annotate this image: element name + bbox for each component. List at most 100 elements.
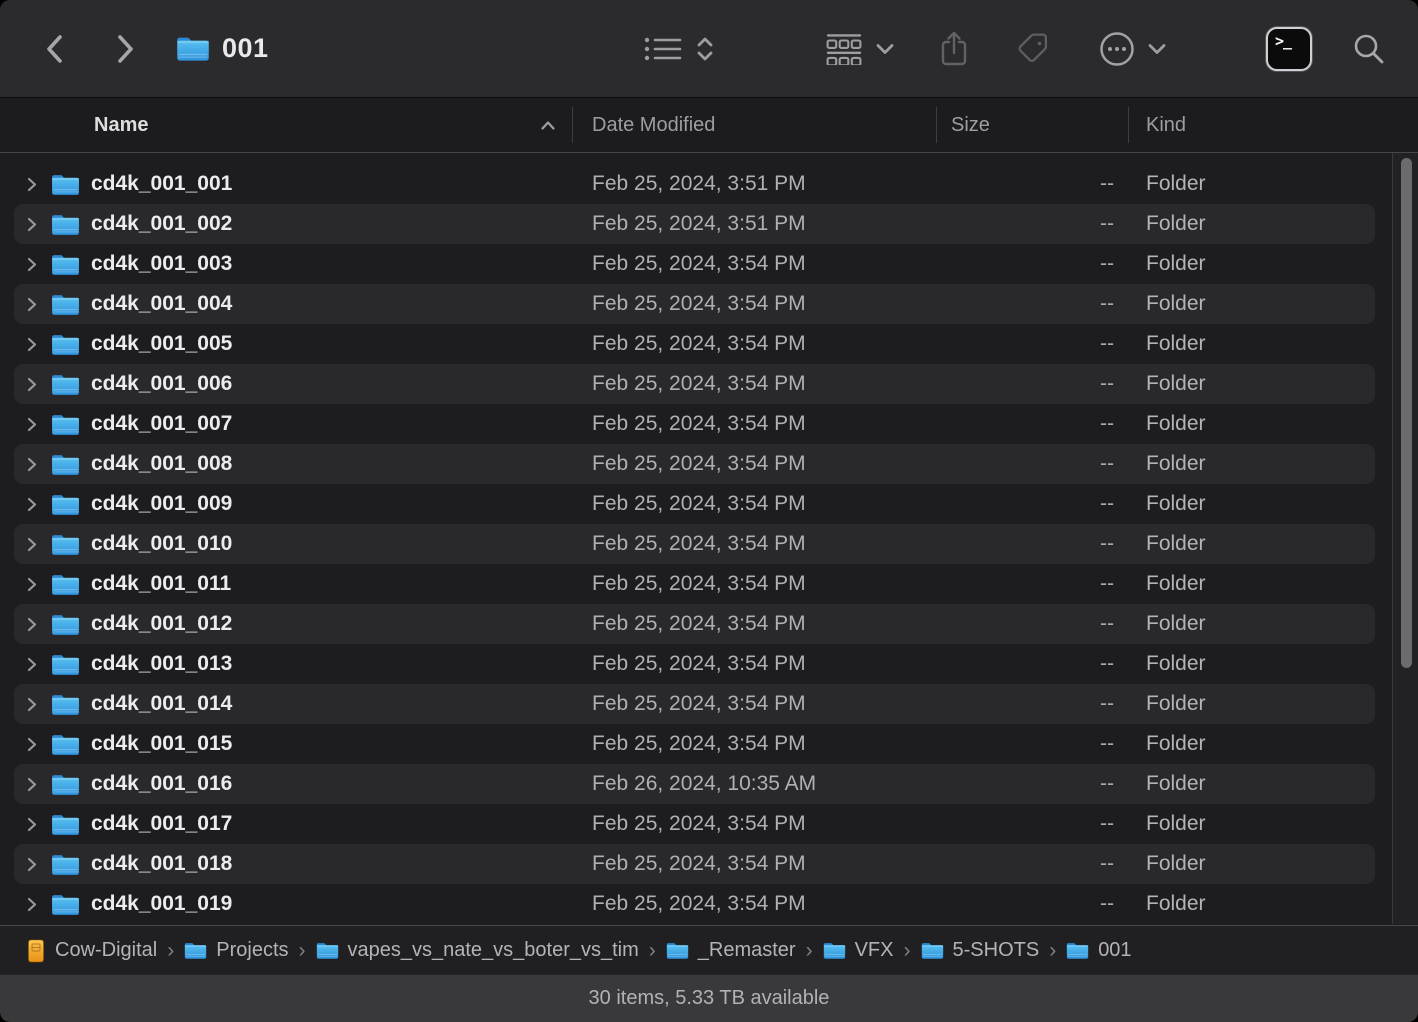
up-down-chevrons-icon [696,36,714,62]
table-row[interactable]: cd4k_001_014 Feb 25, 2024, 3:54 PM -- Fo… [0,684,1418,724]
disclosure-chevron-icon[interactable] [27,697,37,712]
column-header-kind[interactable]: Kind [1146,98,1186,152]
row-name-cell: cd4k_001_006 [0,364,572,404]
row-name-cell: cd4k_001_003 [0,244,572,284]
table-row[interactable]: cd4k_001_001 Feb 25, 2024, 3:51 PM -- Fo… [0,164,1418,204]
finder-window: 001 [0,0,1418,1022]
tag-button[interactable] [1016,0,1052,97]
path-item[interactable]: Cow-Digital [26,939,157,963]
table-row[interactable]: cd4k_001_018 Feb 25, 2024, 3:54 PM -- Fo… [0,844,1418,884]
column-divider[interactable] [936,107,937,143]
column-header-date-modified[interactable]: Date Modified [592,98,715,152]
table-row[interactable]: cd4k_001_019 Feb 25, 2024, 3:54 PM -- Fo… [0,884,1418,924]
path-item-label: Cow-Digital [55,939,157,962]
path-item[interactable]: _Remaster [666,939,796,962]
disclosure-chevron-icon[interactable] [27,337,37,352]
path-item[interactable]: 001 [1066,939,1131,962]
row-date-modified: Feb 25, 2024, 3:54 PM [572,644,936,684]
table-row[interactable]: cd4k_001_005 Feb 25, 2024, 3:54 PM -- Fo… [0,324,1418,364]
row-size: -- [936,284,1128,324]
scrollbar-track[interactable] [1392,153,1418,924]
tag-icon [1016,31,1052,67]
row-date-modified: Feb 25, 2024, 3:54 PM [572,804,936,844]
terminal-prompt-glyph: >_ [1275,34,1291,49]
row-name-cell: cd4k_001_002 [0,204,572,244]
table-row[interactable]: cd4k_001_013 Feb 25, 2024, 3:54 PM -- Fo… [0,644,1418,684]
row-size: -- [936,444,1128,484]
row-size: -- [936,404,1128,444]
table-row[interactable]: cd4k_001_004 Feb 25, 2024, 3:54 PM -- Fo… [0,284,1418,324]
column-header-name[interactable]: Name [94,98,148,152]
folder-name: cd4k_001_012 [91,612,232,636]
table-row[interactable]: cd4k_001_010 Feb 25, 2024, 3:54 PM -- Fo… [0,524,1418,564]
sort-ascending-icon[interactable] [540,119,556,131]
table-row[interactable]: cd4k_001_009 Feb 25, 2024, 3:54 PM -- Fo… [0,484,1418,524]
row-kind: Folder [1128,204,1418,244]
folder-name: cd4k_001_001 [91,172,232,196]
disclosure-chevron-icon[interactable] [27,497,37,512]
folder-icon [51,773,80,796]
disclosure-chevron-icon[interactable] [27,617,37,632]
row-date-modified: Feb 25, 2024, 3:54 PM [572,364,936,404]
table-row[interactable]: cd4k_001_015 Feb 25, 2024, 3:54 PM -- Fo… [0,724,1418,764]
view-mode-button[interactable] [644,0,714,97]
disclosure-chevron-icon[interactable] [27,897,37,912]
table-row[interactable]: cd4k_001_017 Feb 25, 2024, 3:54 PM -- Fo… [0,804,1418,844]
table-row[interactable]: cd4k_001_006 Feb 25, 2024, 3:54 PM -- Fo… [0,364,1418,404]
window-proxy[interactable]: 001 [176,0,269,97]
folder-name: cd4k_001_008 [91,452,232,476]
row-name-cell: cd4k_001_004 [0,284,572,324]
table-row[interactable]: cd4k_001_002 Feb 25, 2024, 3:51 PM -- Fo… [0,204,1418,244]
terminal-button[interactable]: >_ [1266,0,1312,97]
folder-name: cd4k_001_006 [91,372,232,396]
column-header-size[interactable]: Size [951,98,990,152]
row-size: -- [936,484,1128,524]
row-name-cell: cd4k_001_005 [0,324,572,364]
table-row[interactable]: cd4k_001_012 Feb 25, 2024, 3:54 PM -- Fo… [0,604,1418,644]
group-button[interactable] [826,0,894,97]
disclosure-chevron-icon[interactable] [27,417,37,432]
table-row[interactable]: cd4k_001_016 Feb 26, 2024, 10:35 AM -- F… [0,764,1418,804]
table-row[interactable]: cd4k_001_007 Feb 25, 2024, 3:54 PM -- Fo… [0,404,1418,444]
table-row[interactable]: cd4k_001_003 Feb 25, 2024, 3:54 PM -- Fo… [0,244,1418,284]
path-item[interactable]: VFX [823,939,894,962]
disclosure-chevron-icon[interactable] [27,537,37,552]
row-kind: Folder [1128,724,1418,764]
row-name-cell: cd4k_001_019 [0,884,572,924]
table-row[interactable]: cd4k_001_008 Feb 25, 2024, 3:54 PM -- Fo… [0,444,1418,484]
chevron-down-icon [1148,43,1166,55]
folder-icon [51,693,80,716]
more-actions-button[interactable] [1098,0,1166,97]
column-divider[interactable] [572,107,573,143]
forward-button[interactable] [112,0,138,97]
chevron-down-icon [876,43,894,55]
disclosure-chevron-icon[interactable] [27,857,37,872]
row-date-modified: Feb 25, 2024, 3:54 PM [572,724,936,764]
disclosure-chevron-icon[interactable] [27,577,37,592]
path-item[interactable]: Projects [184,939,288,962]
search-button[interactable] [1352,0,1386,97]
share-icon [938,30,970,68]
path-item[interactable]: 5-SHOTS [921,939,1040,962]
disclosure-chevron-icon[interactable] [27,657,37,672]
disclosure-chevron-icon[interactable] [27,217,37,232]
chevron-left-icon [42,31,68,67]
folder-name: cd4k_001_005 [91,332,232,356]
back-button[interactable] [42,0,68,97]
scrollbar-thumb[interactable] [1401,158,1412,668]
column-divider[interactable] [1128,107,1129,143]
disclosure-chevron-icon[interactable] [27,737,37,752]
path-separator: › [806,939,813,963]
disclosure-chevron-icon[interactable] [27,377,37,392]
disclosure-chevron-icon[interactable] [27,297,37,312]
disclosure-chevron-icon[interactable] [27,457,37,472]
table-row[interactable]: cd4k_001_011 Feb 25, 2024, 3:54 PM -- Fo… [0,564,1418,604]
disclosure-chevron-icon[interactable] [27,257,37,272]
disclosure-chevron-icon[interactable] [27,777,37,792]
path-item[interactable]: vapes_vs_nate_vs_boter_vs_tim [316,939,639,962]
row-kind: Folder [1128,364,1418,404]
folder-name: cd4k_001_013 [91,652,232,676]
disclosure-chevron-icon[interactable] [27,177,37,192]
share-button[interactable] [938,0,970,97]
disclosure-chevron-icon[interactable] [27,817,37,832]
